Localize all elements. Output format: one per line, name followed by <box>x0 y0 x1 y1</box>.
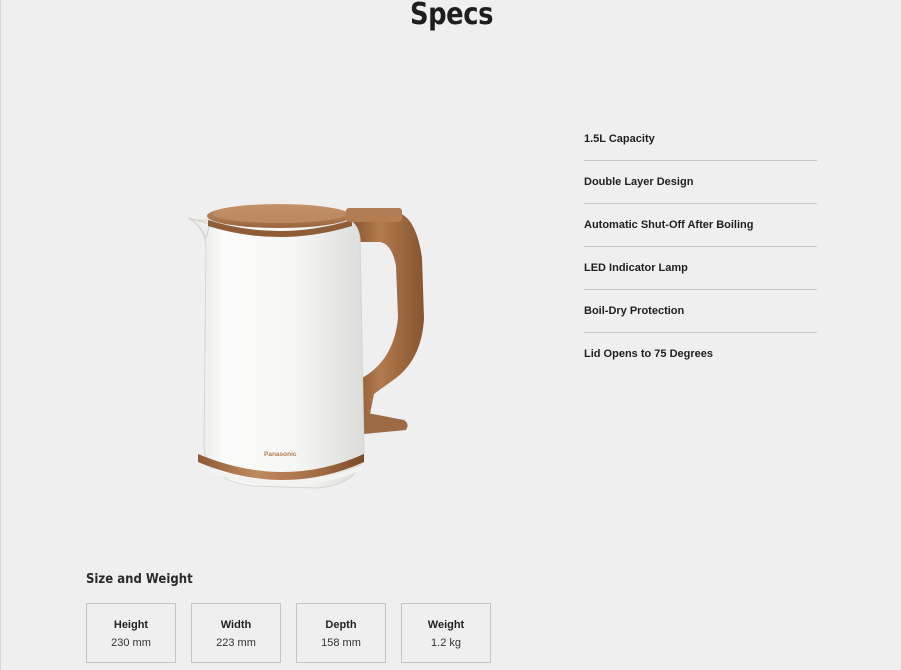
spec-item: Boil-Dry Protection <box>584 290 817 333</box>
size-card-value: 230 mm <box>111 637 151 649</box>
size-card-label: Depth <box>325 619 357 631</box>
kettle-product-image: Panasonic <box>184 198 429 500</box>
size-card-value: 1.2 kg <box>431 637 461 649</box>
page-title: Specs <box>409 0 494 32</box>
size-card-label: Weight <box>427 619 465 631</box>
size-card-value: 223 mm <box>216 637 256 649</box>
size-card-label: Height <box>113 619 149 631</box>
size-card-value: 158 mm <box>321 637 361 649</box>
size-card-label: Width <box>220 619 252 631</box>
spec-item: Lid Opens to 75 Degrees <box>584 348 713 360</box>
size-card-depth: Depth 158 mm <box>296 603 386 663</box>
spec-item: Automatic Shut-Off After Boiling <box>584 204 817 247</box>
size-card-weight: Weight 1.2 kg <box>401 603 491 663</box>
size-weight-cards: Height 230 mm Width 223 mm Depth 158 mm … <box>86 603 491 663</box>
spec-item: Double Layer Design <box>584 161 817 204</box>
spec-item: 1.5L Capacity <box>584 118 817 161</box>
size-card-height: Height 230 mm <box>86 603 176 663</box>
spec-list: 1.5L Capacity Double Layer Design Automa… <box>584 118 817 375</box>
size-weight-heading: Size and Weight <box>86 572 193 587</box>
spec-item: LED Indicator Lamp <box>584 247 817 290</box>
size-card-width: Width 223 mm <box>191 603 281 663</box>
brand-logo: Panasonic <box>264 451 297 458</box>
